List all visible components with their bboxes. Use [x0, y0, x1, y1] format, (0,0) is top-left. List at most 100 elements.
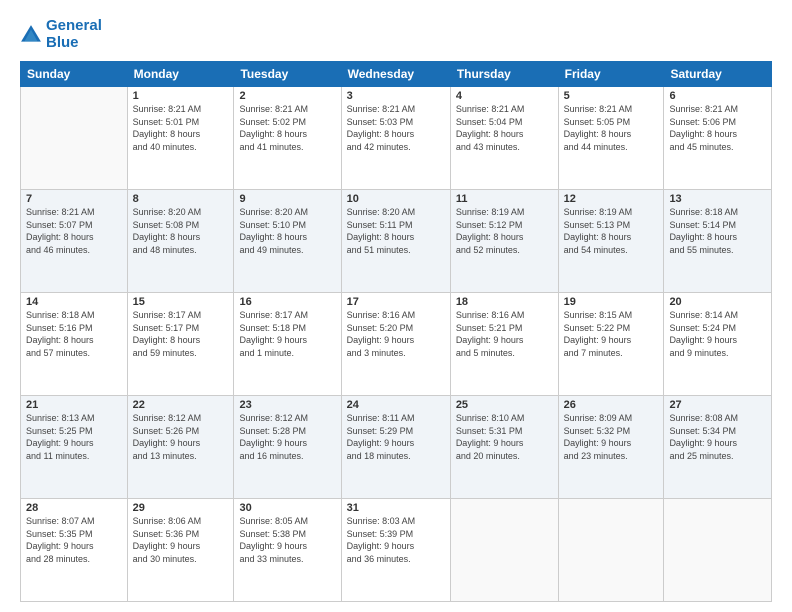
day-number: 3 — [347, 90, 445, 102]
calendar-cell: 22Sunrise: 8:12 AMSunset: 5:26 PMDayligh… — [127, 396, 234, 499]
day-number: 4 — [456, 90, 553, 102]
day-number: 7 — [26, 193, 122, 205]
calendar-cell: 26Sunrise: 8:09 AMSunset: 5:32 PMDayligh… — [558, 396, 664, 499]
day-info: Sunrise: 8:21 AMSunset: 5:05 PMDaylight:… — [564, 103, 659, 153]
calendar-cell: 1Sunrise: 8:21 AMSunset: 5:01 PMDaylight… — [127, 87, 234, 190]
day-number: 8 — [133, 193, 229, 205]
day-info: Sunrise: 8:10 AMSunset: 5:31 PMDaylight:… — [456, 412, 553, 462]
day-info: Sunrise: 8:09 AMSunset: 5:32 PMDaylight:… — [564, 412, 659, 462]
day-number: 10 — [347, 193, 445, 205]
day-info: Sunrise: 8:15 AMSunset: 5:22 PMDaylight:… — [564, 309, 659, 359]
day-number: 21 — [26, 399, 122, 411]
calendar-cell: 2Sunrise: 8:21 AMSunset: 5:02 PMDaylight… — [234, 87, 341, 190]
calendar-cell: 5Sunrise: 8:21 AMSunset: 5:05 PMDaylight… — [558, 87, 664, 190]
day-number: 16 — [239, 296, 335, 308]
calendar-cell: 14Sunrise: 8:18 AMSunset: 5:16 PMDayligh… — [21, 293, 128, 396]
weekday-header-saturday: Saturday — [664, 62, 772, 87]
calendar-cell: 20Sunrise: 8:14 AMSunset: 5:24 PMDayligh… — [664, 293, 772, 396]
calendar-cell: 23Sunrise: 8:12 AMSunset: 5:28 PMDayligh… — [234, 396, 341, 499]
day-number: 30 — [239, 502, 335, 514]
day-info: Sunrise: 8:20 AMSunset: 5:08 PMDaylight:… — [133, 206, 229, 256]
day-info: Sunrise: 8:17 AMSunset: 5:17 PMDaylight:… — [133, 309, 229, 359]
calendar-cell: 16Sunrise: 8:17 AMSunset: 5:18 PMDayligh… — [234, 293, 341, 396]
day-number: 27 — [669, 399, 766, 411]
weekday-header-thursday: Thursday — [450, 62, 558, 87]
calendar-cell — [21, 87, 128, 190]
day-number: 11 — [456, 193, 553, 205]
day-number: 1 — [133, 90, 229, 102]
day-number: 23 — [239, 399, 335, 411]
calendar-cell: 10Sunrise: 8:20 AMSunset: 5:11 PMDayligh… — [341, 190, 450, 293]
calendar-cell: 17Sunrise: 8:16 AMSunset: 5:20 PMDayligh… — [341, 293, 450, 396]
calendar-cell: 7Sunrise: 8:21 AMSunset: 5:07 PMDaylight… — [21, 190, 128, 293]
day-number: 5 — [564, 90, 659, 102]
weekday-header-monday: Monday — [127, 62, 234, 87]
calendar-cell: 25Sunrise: 8:10 AMSunset: 5:31 PMDayligh… — [450, 396, 558, 499]
day-info: Sunrise: 8:18 AMSunset: 5:16 PMDaylight:… — [26, 309, 122, 359]
calendar-table: SundayMondayTuesdayWednesdayThursdayFrid… — [20, 61, 772, 602]
day-info: Sunrise: 8:20 AMSunset: 5:11 PMDaylight:… — [347, 206, 445, 256]
day-info: Sunrise: 8:12 AMSunset: 5:26 PMDaylight:… — [133, 412, 229, 462]
calendar-cell: 9Sunrise: 8:20 AMSunset: 5:10 PMDaylight… — [234, 190, 341, 293]
day-info: Sunrise: 8:20 AMSunset: 5:10 PMDaylight:… — [239, 206, 335, 256]
day-info: Sunrise: 8:16 AMSunset: 5:21 PMDaylight:… — [456, 309, 553, 359]
calendar-cell: 6Sunrise: 8:21 AMSunset: 5:06 PMDaylight… — [664, 87, 772, 190]
day-number: 12 — [564, 193, 659, 205]
day-info: Sunrise: 8:12 AMSunset: 5:28 PMDaylight:… — [239, 412, 335, 462]
day-info: Sunrise: 8:13 AMSunset: 5:25 PMDaylight:… — [26, 412, 122, 462]
week-row-4: 21Sunrise: 8:13 AMSunset: 5:25 PMDayligh… — [21, 396, 772, 499]
weekday-header-friday: Friday — [558, 62, 664, 87]
week-row-3: 14Sunrise: 8:18 AMSunset: 5:16 PMDayligh… — [21, 293, 772, 396]
day-number: 18 — [456, 296, 553, 308]
day-number: 15 — [133, 296, 229, 308]
logo: General Blue — [20, 18, 102, 51]
calendar-cell: 13Sunrise: 8:18 AMSunset: 5:14 PMDayligh… — [664, 190, 772, 293]
day-number: 29 — [133, 502, 229, 514]
calendar-cell: 31Sunrise: 8:03 AMSunset: 5:39 PMDayligh… — [341, 499, 450, 602]
calendar-cell: 18Sunrise: 8:16 AMSunset: 5:21 PMDayligh… — [450, 293, 558, 396]
calendar-cell: 12Sunrise: 8:19 AMSunset: 5:13 PMDayligh… — [558, 190, 664, 293]
day-number: 25 — [456, 399, 553, 411]
calendar-cell — [664, 499, 772, 602]
day-info: Sunrise: 8:17 AMSunset: 5:18 PMDaylight:… — [239, 309, 335, 359]
logo-text: General Blue — [46, 18, 102, 51]
day-number: 20 — [669, 296, 766, 308]
day-number: 22 — [133, 399, 229, 411]
calendar-cell: 4Sunrise: 8:21 AMSunset: 5:04 PMDaylight… — [450, 87, 558, 190]
weekday-header-row: SundayMondayTuesdayWednesdayThursdayFrid… — [21, 62, 772, 87]
day-info: Sunrise: 8:03 AMSunset: 5:39 PMDaylight:… — [347, 515, 445, 565]
day-number: 6 — [669, 90, 766, 102]
day-info: Sunrise: 8:19 AMSunset: 5:13 PMDaylight:… — [564, 206, 659, 256]
header: General Blue — [20, 18, 772, 51]
week-row-5: 28Sunrise: 8:07 AMSunset: 5:35 PMDayligh… — [21, 499, 772, 602]
day-number: 9 — [239, 193, 335, 205]
calendar-cell: 15Sunrise: 8:17 AMSunset: 5:17 PMDayligh… — [127, 293, 234, 396]
calendar-cell: 27Sunrise: 8:08 AMSunset: 5:34 PMDayligh… — [664, 396, 772, 499]
calendar-cell: 19Sunrise: 8:15 AMSunset: 5:22 PMDayligh… — [558, 293, 664, 396]
day-number: 17 — [347, 296, 445, 308]
day-info: Sunrise: 8:14 AMSunset: 5:24 PMDaylight:… — [669, 309, 766, 359]
page: General Blue SundayMondayTuesdayWednesda… — [0, 0, 792, 612]
day-number: 14 — [26, 296, 122, 308]
day-info: Sunrise: 8:18 AMSunset: 5:14 PMDaylight:… — [669, 206, 766, 256]
day-info: Sunrise: 8:05 AMSunset: 5:38 PMDaylight:… — [239, 515, 335, 565]
day-info: Sunrise: 8:06 AMSunset: 5:36 PMDaylight:… — [133, 515, 229, 565]
calendar-cell: 3Sunrise: 8:21 AMSunset: 5:03 PMDaylight… — [341, 87, 450, 190]
day-number: 28 — [26, 502, 122, 514]
logo-icon — [20, 24, 42, 46]
day-number: 24 — [347, 399, 445, 411]
day-info: Sunrise: 8:21 AMSunset: 5:07 PMDaylight:… — [26, 206, 122, 256]
calendar-cell: 11Sunrise: 8:19 AMSunset: 5:12 PMDayligh… — [450, 190, 558, 293]
day-info: Sunrise: 8:19 AMSunset: 5:12 PMDaylight:… — [456, 206, 553, 256]
calendar-cell: 28Sunrise: 8:07 AMSunset: 5:35 PMDayligh… — [21, 499, 128, 602]
weekday-header-sunday: Sunday — [21, 62, 128, 87]
day-number: 26 — [564, 399, 659, 411]
calendar-cell: 21Sunrise: 8:13 AMSunset: 5:25 PMDayligh… — [21, 396, 128, 499]
calendar-cell — [558, 499, 664, 602]
day-info: Sunrise: 8:11 AMSunset: 5:29 PMDaylight:… — [347, 412, 445, 462]
day-number: 19 — [564, 296, 659, 308]
day-info: Sunrise: 8:21 AMSunset: 5:06 PMDaylight:… — [669, 103, 766, 153]
day-info: Sunrise: 8:21 AMSunset: 5:02 PMDaylight:… — [239, 103, 335, 153]
day-number: 13 — [669, 193, 766, 205]
calendar-cell: 8Sunrise: 8:20 AMSunset: 5:08 PMDaylight… — [127, 190, 234, 293]
